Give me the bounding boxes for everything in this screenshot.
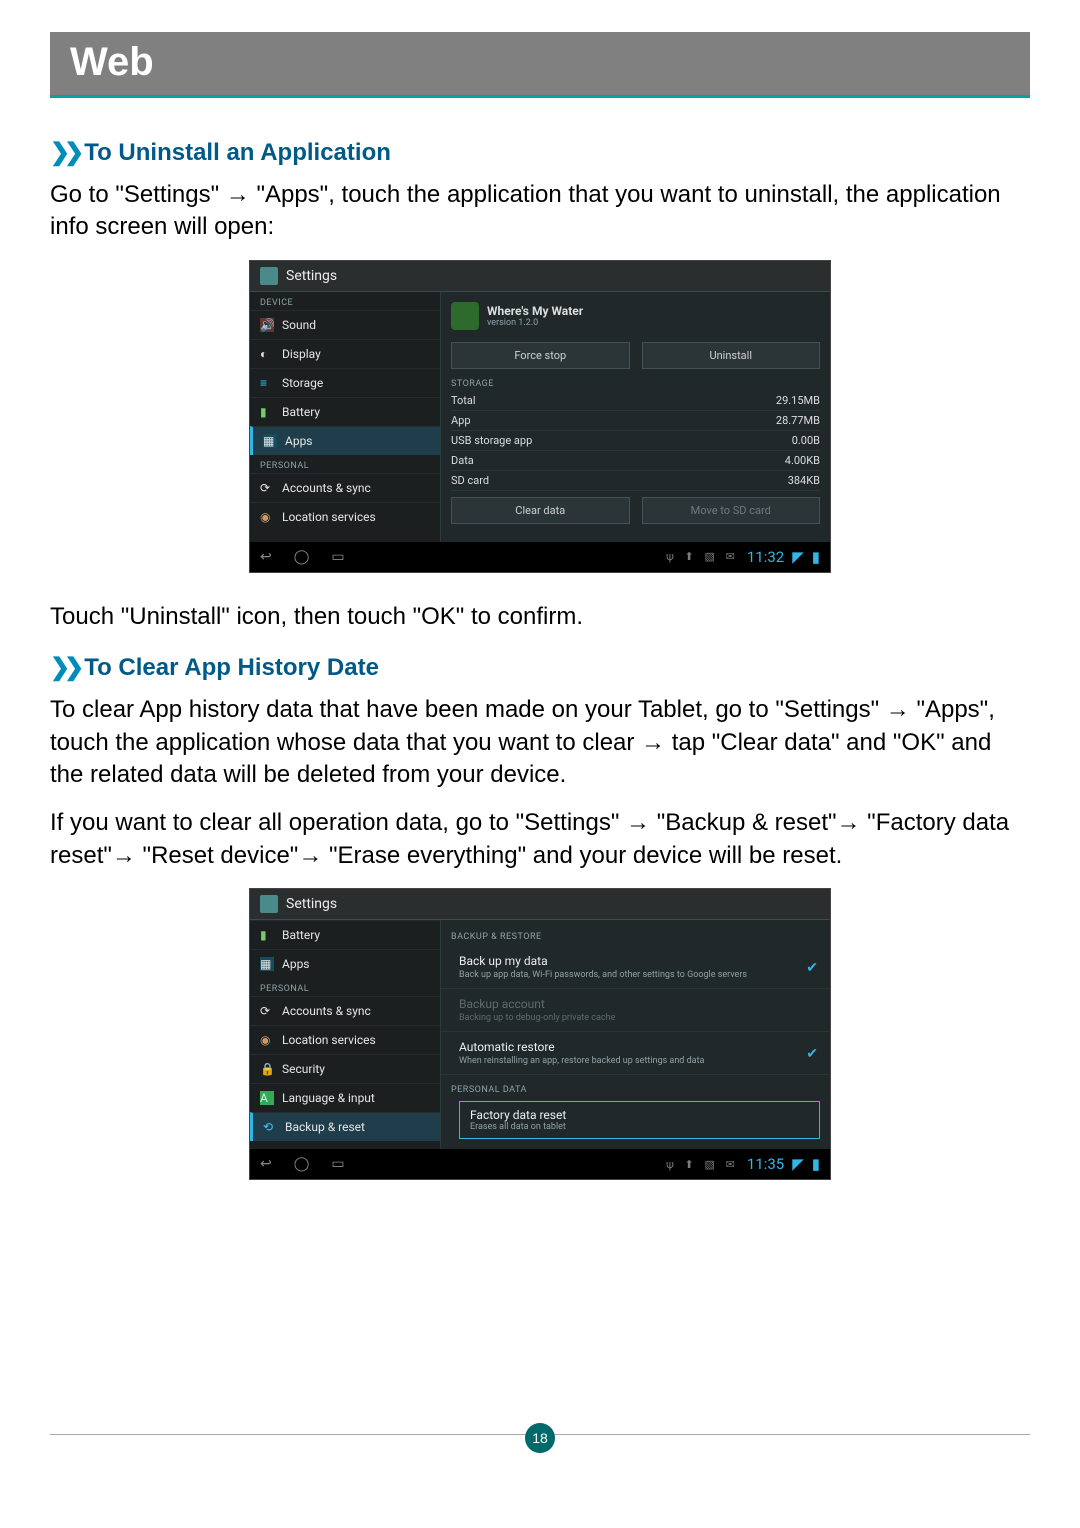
- settings-icon: [260, 267, 278, 285]
- sync-icon: ⟳: [260, 481, 274, 495]
- recent-icon[interactable]: ▭: [331, 549, 344, 565]
- battery-status-icon: ▮: [812, 548, 820, 566]
- lock-icon: 🔒: [260, 1062, 274, 1076]
- nav-battery[interactable]: ▮ Battery: [250, 920, 440, 949]
- para-uninstall-2: Touch "Uninstall" icon, then touch "OK" …: [50, 601, 1030, 633]
- clock: 11:32: [747, 548, 784, 566]
- subheading-uninstall-text: To Uninstall an Application: [84, 139, 391, 167]
- display-icon: ◐: [260, 347, 274, 361]
- page-footer: 18: [50, 1434, 1030, 1468]
- nav-display[interactable]: ◐ Display: [250, 339, 440, 368]
- opt-backup-account: Backup account Backing up to debug-only …: [441, 989, 830, 1032]
- sync-icon: ⟳: [260, 1004, 274, 1018]
- opt-backup-data[interactable]: Back up my data Back up app data, Wi-Fi …: [441, 946, 830, 989]
- personal-data-header: PERSONAL DATA: [441, 1079, 830, 1099]
- apps-icon: ▦: [260, 957, 274, 971]
- backup-icon: ⟲: [263, 1120, 277, 1134]
- screenshot-app-info: Settings DEVICE 🔊 Sound ◐ Display ≡ Stor…: [249, 260, 831, 573]
- nav-language[interactable]: A Language & input: [250, 1083, 440, 1112]
- location-icon: ◉: [260, 1033, 274, 1047]
- app-name: Where's My Water: [487, 304, 583, 318]
- clear-data-button[interactable]: Clear data: [451, 497, 630, 524]
- storage-header: STORAGE: [451, 379, 820, 389]
- recent-icon[interactable]: ▭: [331, 1156, 344, 1172]
- screenshot-backup-reset: Settings ▮ Battery ▦ Apps PERSONAL ⟳ Acc…: [249, 888, 831, 1180]
- system-nav-buttons[interactable]: ↩ ◯ ▭: [260, 1156, 345, 1172]
- chevron-right-icon: ❯❯: [50, 138, 78, 167]
- wifi-icon: ◤: [792, 1155, 804, 1173]
- back-icon[interactable]: ↩: [260, 549, 272, 565]
- storage-icon: ≡: [260, 376, 274, 390]
- home-icon[interactable]: ◯: [294, 1156, 310, 1172]
- opt-factory-reset[interactable]: Factory data reset Erases all data on ta…: [459, 1101, 820, 1139]
- move-sd-button: Move to SD card: [642, 497, 821, 524]
- check-icon: ✔: [806, 1046, 818, 1062]
- apps-icon: ▦: [263, 434, 277, 448]
- subheading-clear: ❯❯ To Clear App History Date: [50, 653, 1030, 682]
- settings-title: Settings: [286, 896, 337, 912]
- nav-battery[interactable]: ▮ Battery: [250, 397, 440, 426]
- status-icons: ψ ⬆ ▧ ✉: [666, 550, 739, 563]
- settings-icon: [260, 895, 278, 913]
- page-title: Web: [50, 32, 1030, 98]
- nav-security[interactable]: 🔒 Security: [250, 1054, 440, 1083]
- section-personal: PERSONAL: [250, 455, 440, 473]
- app-icon: [451, 302, 479, 330]
- para-uninstall-1: Go to "Settings" → "Apps", touch the app…: [50, 179, 1030, 244]
- nav-apps[interactable]: ▦ Apps: [250, 426, 440, 455]
- page-number: 18: [525, 1423, 555, 1453]
- nav-backup-reset[interactable]: ⟲ Backup & reset: [250, 1112, 440, 1141]
- language-icon: A: [260, 1091, 274, 1105]
- system-nav-buttons[interactable]: ↩ ◯ ▭: [260, 549, 345, 565]
- para-clear-2: If you want to clear all operation data,…: [50, 807, 1030, 872]
- nav-location[interactable]: ◉ Location services: [250, 1025, 440, 1054]
- battery-status-icon: ▮: [812, 1155, 820, 1173]
- nav-location[interactable]: ◉ Location services: [250, 502, 440, 531]
- check-icon: ✔: [806, 960, 818, 976]
- section-device: DEVICE: [250, 292, 440, 310]
- subheading-clear-text: To Clear App History Date: [84, 654, 379, 682]
- nav-sound[interactable]: 🔊 Sound: [250, 310, 440, 339]
- battery-icon: ▮: [260, 405, 274, 419]
- wifi-icon: ◤: [792, 548, 804, 566]
- para-clear-1: To clear App history data that have been…: [50, 694, 1030, 791]
- battery-icon: ▮: [260, 928, 274, 942]
- section-personal: PERSONAL: [250, 978, 440, 996]
- chevron-right-icon: ❯❯: [50, 653, 78, 682]
- nav-storage[interactable]: ≡ Storage: [250, 368, 440, 397]
- subheading-uninstall: ❯❯ To Uninstall an Application: [50, 138, 1030, 167]
- backup-restore-header: BACKUP & RESTORE: [441, 924, 830, 944]
- force-stop-button[interactable]: Force stop: [451, 342, 630, 369]
- home-icon[interactable]: ◯: [294, 549, 310, 565]
- back-icon[interactable]: ↩: [260, 1156, 272, 1172]
- nav-accounts[interactable]: ⟳ Accounts & sync: [250, 996, 440, 1025]
- opt-auto-restore[interactable]: Automatic restore When reinstalling an a…: [441, 1032, 830, 1075]
- uninstall-button[interactable]: Uninstall: [642, 342, 821, 369]
- app-version: version 1.2.0: [487, 318, 583, 328]
- location-icon: ◉: [260, 510, 274, 524]
- nav-apps[interactable]: ▦ Apps: [250, 949, 440, 978]
- nav-accounts[interactable]: ⟳ Accounts & sync: [250, 473, 440, 502]
- sound-icon: 🔊: [260, 318, 274, 332]
- settings-title: Settings: [286, 268, 337, 284]
- clock: 11:35: [747, 1155, 784, 1173]
- status-icons: ψ ⬆ ▧ ✉: [666, 1158, 739, 1171]
